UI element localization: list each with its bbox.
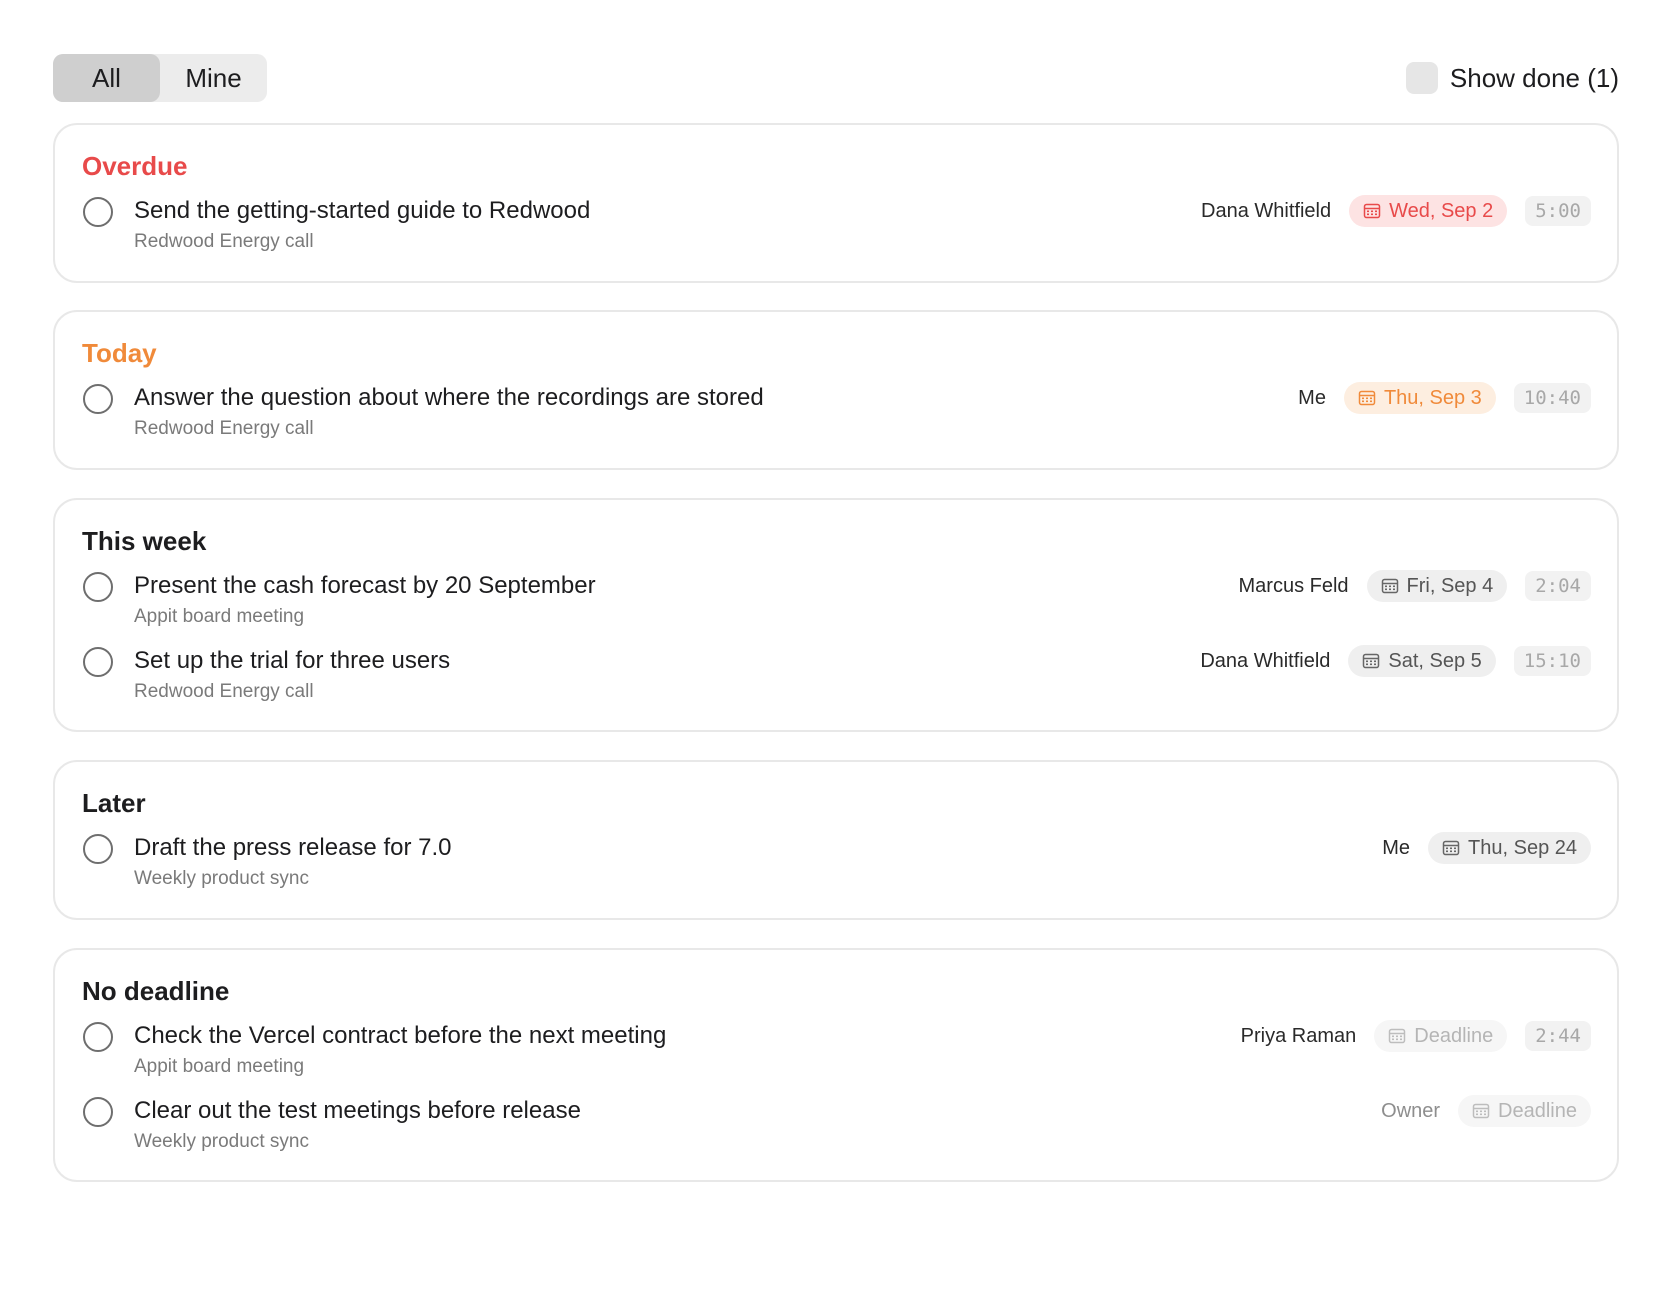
section-card-no-deadline: No deadline Check the Vercel contract bef…: [53, 948, 1619, 1182]
task-deadline-label: Thu, Sep 3: [1383, 386, 1482, 409]
task-meta: Dana Whitfield Wed, Sep 2 5:00: [1201, 195, 1591, 227]
task-timestamp-badge[interactable]: 15:10: [1513, 646, 1591, 676]
section-title: No deadline: [82, 976, 230, 1006]
task-owner[interactable]: Priya Raman: [1241, 1025, 1357, 1048]
task-title[interactable]: Present the cash forecast by 20 Septembe…: [134, 572, 596, 600]
task-timestamp-badge[interactable]: 10:40: [1513, 383, 1591, 413]
section-title: Overdue: [82, 151, 188, 181]
section-card-later: Later Draft the press release for 7.0 Week…: [53, 760, 1619, 920]
task-owner[interactable]: Me: [1298, 387, 1326, 410]
task-owner[interactable]: Dana Whitfield: [1201, 200, 1331, 223]
calendar-icon: [1363, 202, 1381, 220]
task-meta: Owner Deadline: [1381, 1095, 1591, 1127]
calendar-icon: [1472, 1102, 1490, 1120]
task-source-meeting[interactable]: Appit board meeting: [134, 1056, 304, 1078]
show-done-label: Show done (1): [1449, 62, 1619, 93]
show-done-toggle[interactable]: Show done (1): [1405, 54, 1619, 102]
task-row[interactable]: Clear out the test meetings before relea…: [55, 1095, 1617, 1161]
task-meta: Dana Whitfield Sat, Sep 5 15:10: [1200, 645, 1591, 677]
section-title: Later: [82, 788, 146, 818]
task-owner[interactable]: Owner: [1381, 1100, 1440, 1123]
task-deadline-label: Fri, Sep 4: [1406, 574, 1494, 597]
toolbar: All Mine Show done (1): [53, 54, 1619, 102]
section-card-this-week: This week Present the cash forecast by 20…: [53, 498, 1619, 732]
task-deadline-label: Deadline: [1414, 1024, 1494, 1047]
task-source-meeting[interactable]: Appit board meeting: [134, 606, 304, 628]
task-title[interactable]: Clear out the test meetings before relea…: [134, 1097, 581, 1125]
calendar-icon: [1388, 1027, 1406, 1045]
calendar-icon: [1442, 839, 1460, 857]
task-complete-circle-icon[interactable]: [83, 1022, 113, 1052]
task-owner[interactable]: Dana Whitfield: [1200, 650, 1330, 673]
task-timestamp-badge[interactable]: 2:04: [1525, 571, 1591, 601]
task-title[interactable]: Answer the question about where the reco…: [134, 384, 764, 412]
section-title: Today: [82, 338, 157, 368]
task-row[interactable]: Answer the question about where the reco…: [55, 382, 1617, 448]
section-card-today: Today Answer the question about where the…: [53, 310, 1619, 470]
task-row[interactable]: Check the Vercel contract before the nex…: [55, 1020, 1617, 1086]
task-row[interactable]: Present the cash forecast by 20 Septembe…: [55, 570, 1617, 636]
section-title: This week: [82, 526, 207, 556]
task-deadline-pill[interactable]: Deadline: [1458, 1095, 1591, 1127]
section-card-overdue: Overdue Send the getting-started guide to…: [53, 123, 1619, 283]
calendar-icon: [1381, 577, 1399, 595]
task-complete-circle-icon[interactable]: [83, 647, 113, 677]
task-deadline-label: Thu, Sep 24: [1468, 836, 1577, 859]
task-source-meeting[interactable]: Redwood Energy call: [134, 681, 314, 703]
show-done-checkbox[interactable]: [1405, 62, 1438, 94]
task-owner[interactable]: Marcus Feld: [1239, 575, 1349, 598]
filter-all-tab[interactable]: All: [53, 54, 160, 102]
task-complete-circle-icon[interactable]: [83, 197, 113, 227]
task-meta: Priya Raman Deadline 2:44: [1241, 1020, 1591, 1052]
task-source-meeting[interactable]: Weekly product sync: [134, 1131, 309, 1153]
task-title[interactable]: Check the Vercel contract before the nex…: [134, 1022, 666, 1050]
task-deadline-pill[interactable]: Fri, Sep 4: [1366, 570, 1508, 602]
task-complete-circle-icon[interactable]: [83, 1097, 113, 1127]
task-title[interactable]: Send the getting-started guide to Redwoo…: [134, 197, 590, 225]
task-deadline-pill[interactable]: Wed, Sep 2: [1349, 195, 1508, 227]
task-deadline-pill[interactable]: Thu, Sep 3: [1343, 382, 1496, 414]
filter-mine-tab[interactable]: Mine: [160, 54, 267, 102]
task-meta: Me Thu, Sep 3 10:40: [1298, 382, 1591, 414]
task-deadline-pill[interactable]: Thu, Sep 24: [1428, 832, 1591, 864]
task-deadline-pill[interactable]: Deadline: [1374, 1020, 1508, 1052]
task-timestamp-badge[interactable]: 5:00: [1525, 196, 1591, 226]
calendar-icon: [1358, 389, 1376, 407]
task-deadline-pill[interactable]: Sat, Sep 5: [1348, 645, 1496, 677]
task-deadline-label: Sat, Sep 5: [1388, 649, 1482, 672]
filter-segmented-control: All Mine: [53, 54, 267, 102]
task-source-meeting[interactable]: Redwood Energy call: [134, 231, 314, 253]
task-row[interactable]: Send the getting-started guide to Redwoo…: [55, 195, 1617, 261]
task-complete-circle-icon[interactable]: [83, 384, 113, 414]
task-row[interactable]: Set up the trial for three users Redwood …: [55, 645, 1617, 711]
task-owner[interactable]: Me: [1382, 837, 1410, 860]
task-complete-circle-icon[interactable]: [83, 572, 113, 602]
task-source-meeting[interactable]: Weekly product sync: [134, 868, 309, 890]
task-meta: Marcus Feld Fri, Sep 4 2:04: [1239, 570, 1591, 602]
task-title[interactable]: Set up the trial for three users: [134, 647, 450, 675]
calendar-icon: [1362, 652, 1380, 670]
task-meta: Me Thu, Sep 24: [1382, 832, 1591, 864]
task-deadline-label: Wed, Sep 2: [1389, 199, 1494, 222]
task-source-meeting[interactable]: Redwood Energy call: [134, 418, 314, 440]
task-timestamp-badge[interactable]: 2:44: [1525, 1021, 1591, 1051]
task-deadline-label: Deadline: [1498, 1099, 1577, 1122]
task-complete-circle-icon[interactable]: [83, 834, 113, 864]
task-row[interactable]: Draft the press release for 7.0 Weekly pr…: [55, 832, 1617, 898]
task-title[interactable]: Draft the press release for 7.0: [134, 834, 451, 862]
